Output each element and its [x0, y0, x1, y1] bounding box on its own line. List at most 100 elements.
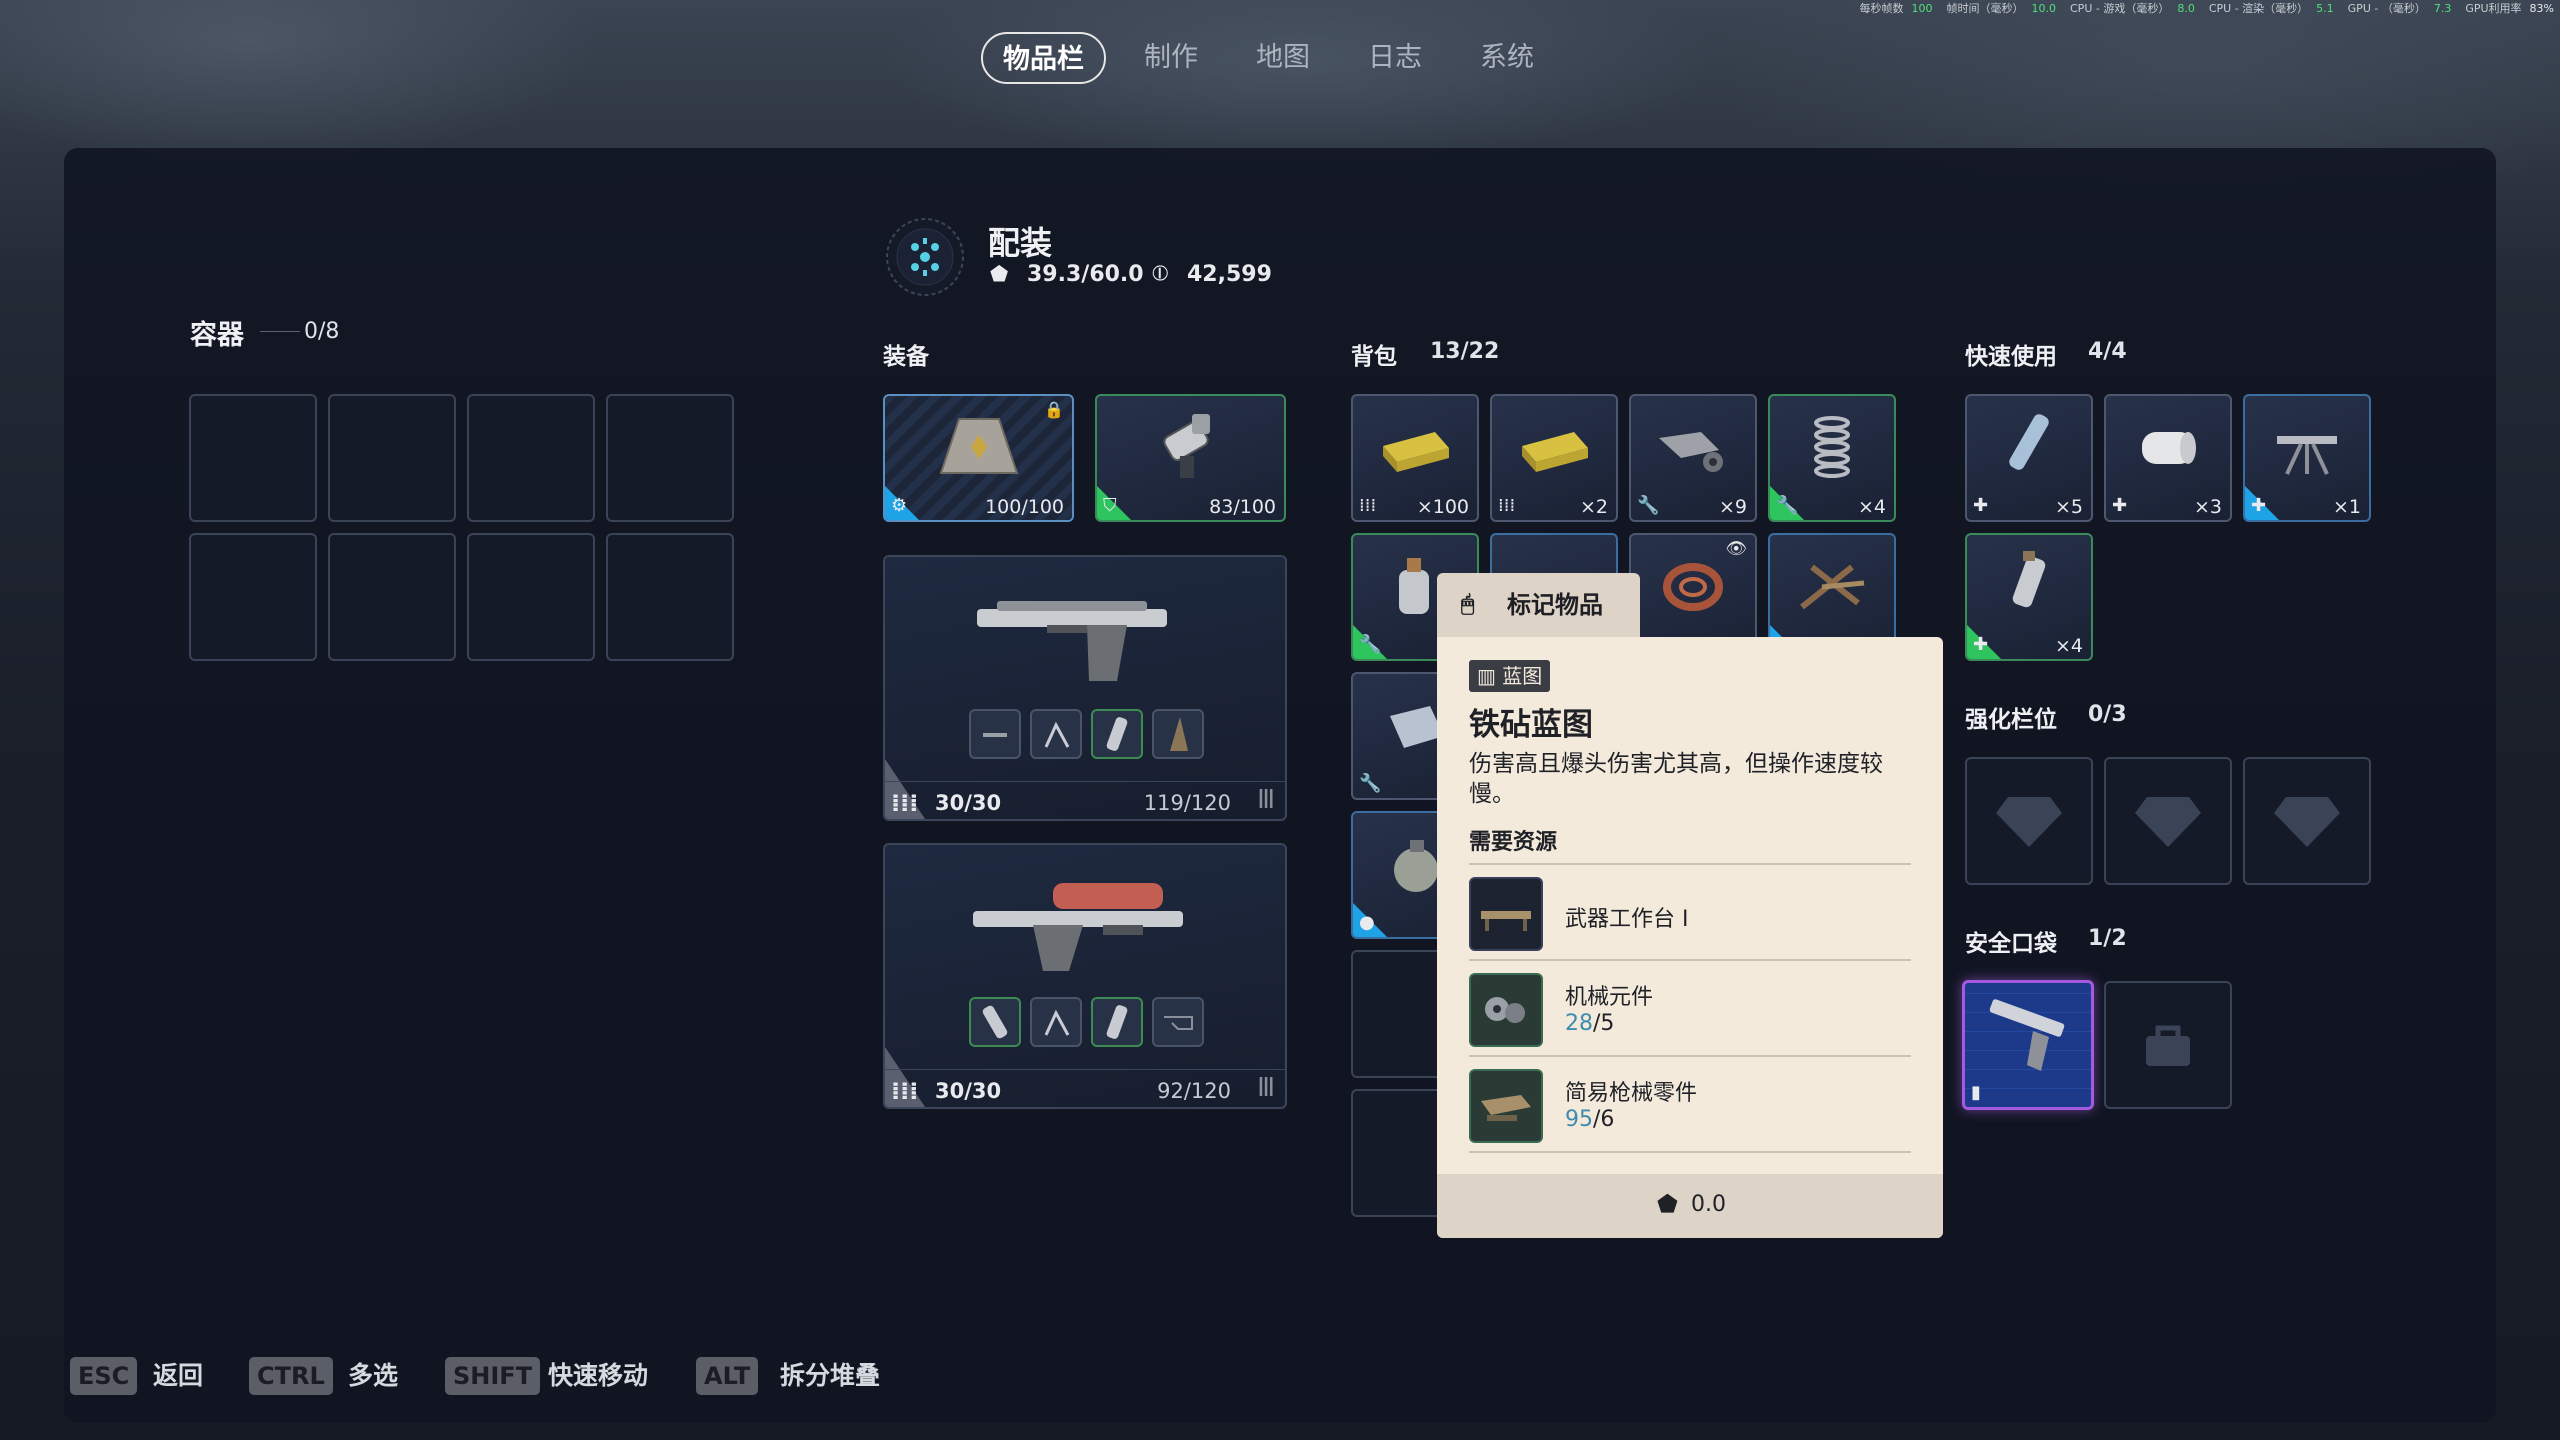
ammo-box-icon — [1383, 432, 1449, 473]
bandage-icon — [2142, 432, 2196, 465]
book-icon: ▥ — [1477, 664, 1496, 688]
loadout-weight: 39.3/60.0 — [1027, 262, 1144, 287]
quick-move-label[interactable]: 快速移动 — [548, 1357, 648, 1395]
container-slot[interactable] — [606, 533, 734, 661]
injector-icon — [2012, 551, 2046, 608]
safe-pocket-item-blueprint[interactable]: ▮ — [1962, 980, 2094, 1110]
backpack-title: 背包 — [1351, 344, 1397, 370]
mark-item-button[interactable]: 🖱 标记物品 — [1437, 573, 1640, 637]
item-quantity: ×100 — [1416, 496, 1469, 518]
quick-use-item-turret[interactable]: ✚ ×1 — [2243, 394, 2371, 522]
ammo-icon: ⁞⁞⁞ — [1498, 495, 1516, 516]
tab-crafting[interactable]: 制作 — [1124, 32, 1218, 84]
resource-quantity: 95/6 — [1565, 1107, 1615, 1132]
shift-key[interactable]: SHIFT — [445, 1357, 541, 1395]
currency-icon: ⦶ — [1152, 261, 1168, 286]
container-slot[interactable] — [328, 533, 456, 661]
alt-key[interactable]: ALT — [696, 1357, 759, 1395]
weapon-slot-secondary[interactable]: ⁞⁞⁞ 30/30 92/120 Ⅲ — [883, 843, 1287, 1109]
backpack-item-metal-parts[interactable]: 🔧 ×9 — [1629, 394, 1757, 522]
shield-durability: 83/100 — [1209, 496, 1276, 518]
augment-slot-empty[interactable] — [2104, 757, 2232, 885]
quick-use-item-injector[interactable]: ✚ ×4 — [1965, 533, 2093, 661]
split-stack-label[interactable]: 拆分堆叠 — [780, 1357, 880, 1395]
resource-quantity: 28/5 — [1565, 1011, 1615, 1036]
turret-icon — [2277, 436, 2337, 475]
container-slot[interactable] — [467, 533, 595, 661]
attachment-slot[interactable] — [1152, 709, 1204, 759]
lock-icon: 🔒 — [1044, 400, 1064, 419]
attachment-slot-empty[interactable] — [1152, 997, 1204, 1047]
augment-slot-empty[interactable] — [1965, 757, 2093, 885]
item-quantity: ×9 — [1718, 496, 1747, 518]
wire-coil-icon — [1663, 563, 1723, 612]
container-title: 容器 — [190, 320, 244, 351]
quick-use-item-bandage[interactable]: ✚ ×3 — [2104, 394, 2232, 522]
quick-use-title: 快速使用 — [1965, 344, 2057, 370]
item-quantity: ×5 — [2054, 496, 2083, 518]
pistol-icon — [977, 601, 1167, 681]
backpack-item-ammo[interactable]: ⁞⁞⁞ ×2 — [1490, 394, 1618, 522]
resources-title: 需要资源 — [1469, 830, 1558, 855]
attachment-slot[interactable] — [1091, 709, 1143, 759]
augment-slots-count: 0/3 — [2088, 702, 2127, 727]
shield-slot[interactable]: ⛉ 83/100 — [1095, 394, 1286, 522]
tab-inventory[interactable]: 物品栏 — [981, 32, 1106, 84]
tab-map[interactable]: 地图 — [1236, 32, 1330, 84]
blueprint-pistol-icon — [1989, 999, 2065, 1072]
medical-icon: ✚ — [1973, 634, 1989, 655]
container-slot[interactable] — [189, 533, 317, 661]
attachment-slot[interactable] — [1091, 997, 1143, 1047]
item-weight: 0.0 — [1691, 1192, 1726, 1217]
medical-icon: ✚ — [1973, 495, 1989, 516]
tab-system[interactable]: 系统 — [1460, 32, 1554, 84]
safe-pocket-title: 安全口袋 — [1965, 931, 2057, 957]
loadout-emblem-icon — [884, 216, 966, 298]
metal-parts-icon — [1659, 432, 1723, 473]
attachment-slot[interactable] — [1030, 709, 1082, 759]
item-tooltip: ▥ 蓝图 铁砧蓝图 伤害高且爆头伤害尤其高，但操作速度较慢。 需要资源 武器工作… — [1437, 637, 1943, 1238]
weapon-slot-primary[interactable]: ⁞⁞⁞ 30/30 119/120 Ⅲ — [883, 555, 1287, 821]
quick-use-item-syringe[interactable]: ✚ ×5 — [1965, 394, 2093, 522]
resource-row: 武器工作台 I — [1469, 863, 1911, 959]
augment-slot[interactable]: 🔒 ⚙ 100/100 — [883, 394, 1074, 522]
container-slot[interactable] — [467, 394, 595, 522]
attachment-slot[interactable] — [969, 709, 1021, 759]
wrench-icon: 🔧 — [1776, 495, 1799, 516]
resource-row: 机械元件 28/5 — [1469, 959, 1911, 1055]
item-name: 铁砧蓝图 — [1469, 707, 1593, 743]
tab-journal[interactable]: 日志 — [1348, 32, 1442, 84]
container-slot[interactable] — [328, 394, 456, 522]
backpack-count: 13/22 — [1430, 339, 1500, 364]
tools-icon — [1800, 564, 1865, 610]
ammo-type-icon: Ⅲ — [1257, 1073, 1275, 1103]
wrench-icon: 🔧 — [1359, 634, 1382, 655]
attachment-slot[interactable] — [969, 997, 1021, 1047]
perf-stat: GPU利用率 83% — [2465, 2, 2554, 15]
multi-select-label[interactable]: 多选 — [348, 1357, 398, 1395]
esc-key[interactable]: ESC — [70, 1357, 138, 1395]
gun-parts-icon — [1469, 1069, 1543, 1143]
loadout-currency: 42,599 — [1187, 262, 1272, 287]
container-slot[interactable] — [189, 394, 317, 522]
resource-name: 简易枪械零件 — [1565, 1081, 1698, 1106]
category-badge: ▥ 蓝图 — [1469, 660, 1551, 692]
loadout-title: 配装 — [988, 224, 1053, 262]
item-quantity: ×3 — [2193, 496, 2222, 518]
gem-icon — [1996, 797, 2062, 847]
backpack-item-ammo[interactable]: ⁞⁞⁞ ×100 — [1351, 394, 1479, 522]
back-label[interactable]: 返回 — [153, 1357, 203, 1395]
weight-icon: ⬟ — [1657, 1190, 1678, 1218]
perf-stat: CPU - 渲染（毫秒） 5.1 — [2208, 2, 2334, 15]
ctrl-key[interactable]: CTRL — [249, 1357, 333, 1395]
item-description: 伤害高且爆头伤害尤其高，但操作速度较慢。 — [1469, 751, 1883, 807]
container-slot[interactable] — [606, 394, 734, 522]
augment-slot-empty[interactable] — [2243, 757, 2371, 885]
perf-stat: GPU - （毫秒） 7.3 — [2347, 2, 2452, 15]
attachment-slot[interactable] — [1030, 997, 1082, 1047]
augment-icon — [939, 418, 1018, 475]
augment-type-icon: ⚙ — [891, 495, 908, 516]
resource-row: 简易枪械零件 95/6 — [1469, 1055, 1911, 1151]
backpack-item-spring[interactable]: 🔧 ×4 — [1768, 394, 1896, 522]
item-quantity: ×4 — [1857, 496, 1886, 518]
